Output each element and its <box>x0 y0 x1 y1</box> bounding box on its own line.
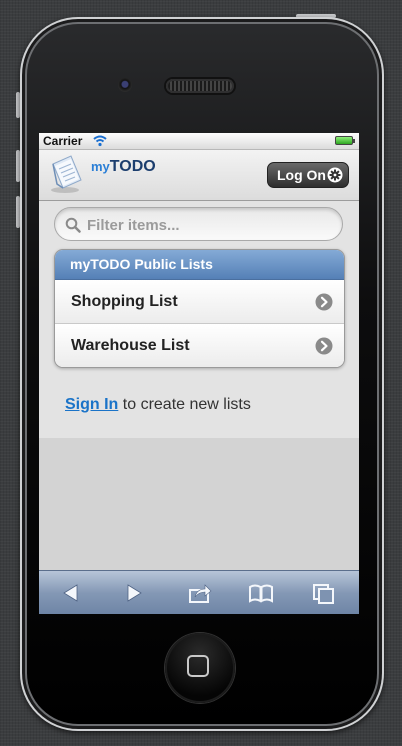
main-content: myTODO Public Lists Shopping List Wareho… <box>39 201 359 439</box>
filter-input[interactable] <box>85 214 329 236</box>
list-item-label: Shopping List <box>71 293 178 310</box>
share-icon[interactable] <box>187 580 213 606</box>
browser-toolbar <box>39 570 359 614</box>
logo-prefix: my <box>91 159 110 174</box>
search-icon <box>65 217 81 233</box>
list-item-label: Warehouse List <box>71 337 190 354</box>
carrier-label: Carrier <box>43 134 83 148</box>
forward-icon[interactable] <box>121 580 147 606</box>
list-item-shopping[interactable]: Shopping List <box>55 280 344 324</box>
wifi-icon <box>93 135 107 147</box>
app-header: myTODO Log On <box>39 150 359 201</box>
list-item-warehouse[interactable]: Warehouse List <box>55 324 344 367</box>
tabs-icon[interactable] <box>311 580 337 606</box>
gear-icon <box>327 167 343 183</box>
camera-icon <box>118 78 132 92</box>
search-box <box>54 207 343 241</box>
screen: Carrier myTODO Log On Filter items... my… <box>39 133 359 614</box>
signin-text: to create new lists <box>118 396 251 413</box>
status-bar: Carrier <box>39 133 359 150</box>
app-logo-text: myTODO <box>91 158 156 176</box>
notepad-logo-icon <box>51 155 82 193</box>
sign-in-link[interactable]: Sign In <box>65 396 118 413</box>
signin-prompt: Sign In to create new lists <box>65 396 251 414</box>
home-square-icon <box>187 655 209 677</box>
battery-icon <box>335 136 355 145</box>
public-lists: myTODO Public Lists Shopping List Wareho… <box>54 249 345 368</box>
log-on-label: Log On <box>277 167 326 183</box>
bookmarks-icon[interactable] <box>248 580 274 606</box>
empty-area <box>39 438 359 570</box>
chevron-right-icon <box>315 337 333 355</box>
back-icon[interactable] <box>58 580 84 606</box>
chevron-right-icon <box>315 293 333 311</box>
speaker-grille <box>166 79 234 93</box>
log-on-button[interactable]: Log On <box>267 162 349 188</box>
logo-name: TODO <box>109 158 156 175</box>
list-header: myTODO Public Lists <box>55 250 344 280</box>
home-button[interactable] <box>165 633 235 703</box>
